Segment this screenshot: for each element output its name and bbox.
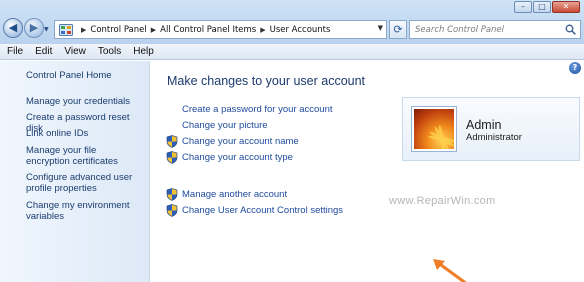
task-change-account-type[interactable]: Change your account type <box>182 152 293 163</box>
window-chrome: – □ ✕ ◀ ▶ ▼ ▶ Control Panel ▶ All Contro… <box>0 0 584 44</box>
task-change-account-name[interactable]: Change your account name <box>182 136 299 147</box>
sidebar-link-file-encryption[interactable]: Manage your file encryption certificates <box>26 145 142 167</box>
sidebar-link-online-ids[interactable]: Link online IDs <box>26 128 144 139</box>
address-dropdown-icon[interactable]: ▼ <box>378 24 383 32</box>
sidebar-link-control-panel-home[interactable]: Control Panel Home <box>26 70 144 81</box>
user-name: Admin <box>466 118 502 132</box>
uac-shield-icon <box>166 204 178 217</box>
back-arrow-icon: ◀ <box>8 21 18 34</box>
history-dropdown-icon[interactable]: ▼ <box>44 26 49 33</box>
help-icon[interactable]: ? <box>569 62 581 74</box>
search-box[interactable] <box>409 20 581 39</box>
window-controls: – □ ✕ <box>514 1 580 13</box>
close-button[interactable]: ✕ <box>552 1 580 13</box>
menu-tools[interactable]: Tools <box>98 46 121 57</box>
sidebar-link-advanced-profile[interactable]: Configure advanced user profile properti… <box>26 172 138 194</box>
search-input[interactable] <box>410 21 560 38</box>
menu-bar: File Edit View Tools Help <box>0 44 584 60</box>
menu-edit[interactable]: Edit <box>35 46 52 57</box>
control-panel-icon <box>59 23 73 36</box>
page-title: Make changes to your user account <box>167 74 366 88</box>
user-avatar <box>412 107 456 151</box>
user-role: Administrator <box>466 132 522 143</box>
uac-shield-icon <box>166 135 178 148</box>
breadcrumb-separator-icon: ▶ <box>260 25 266 34</box>
breadcrumb-separator-icon: ▶ <box>150 25 157 34</box>
left-navigation-pane: Control Panel Home Manage your credentia… <box>0 61 150 282</box>
main-content: ? Make changes to your user account Crea… <box>151 61 584 282</box>
menu-help[interactable]: Help <box>133 46 154 57</box>
breadcrumb-control-panel[interactable]: Control Panel <box>90 25 146 35</box>
maximize-button[interactable]: □ <box>533 1 551 13</box>
uac-shield-icon <box>166 151 178 164</box>
uac-shield-icon <box>166 188 178 201</box>
menu-file[interactable]: File <box>7 46 23 57</box>
orange-arrow-icon <box>433 259 467 282</box>
watermark-text: www.RepairWin.com <box>389 195 496 207</box>
menu-view[interactable]: View <box>64 46 86 57</box>
sidebar-link-manage-credentials[interactable]: Manage your credentials <box>26 96 144 107</box>
search-icon[interactable] <box>565 24 576 35</box>
sidebar-link-environment-variables[interactable]: Change my environment variables <box>26 200 136 222</box>
task-change-uac-settings[interactable]: Change User Account Control settings <box>182 205 343 216</box>
address-bar[interactable]: ▶ Control Panel ▶ All Control Panel Item… <box>54 20 387 39</box>
back-button[interactable]: ◀ <box>3 18 23 38</box>
task-manage-another-account[interactable]: Manage another account <box>182 189 287 200</box>
task-create-password[interactable]: Create a password for your account <box>182 104 333 115</box>
minimize-button[interactable]: – <box>514 1 532 13</box>
forward-button[interactable]: ▶ <box>24 18 44 38</box>
breadcrumb-user-accounts[interactable]: User Accounts <box>270 25 331 35</box>
breadcrumb-all-items[interactable]: All Control Panel Items <box>160 25 256 35</box>
forward-arrow-icon: ▶ <box>29 21 39 34</box>
flower-picture-icon <box>428 125 454 149</box>
task-change-picture[interactable]: Change your picture <box>182 120 268 131</box>
user-account-card: Admin Administrator <box>402 97 580 161</box>
refresh-button[interactable]: ⟳ <box>389 20 407 39</box>
breadcrumb-separator-icon: ▶ <box>81 25 87 34</box>
